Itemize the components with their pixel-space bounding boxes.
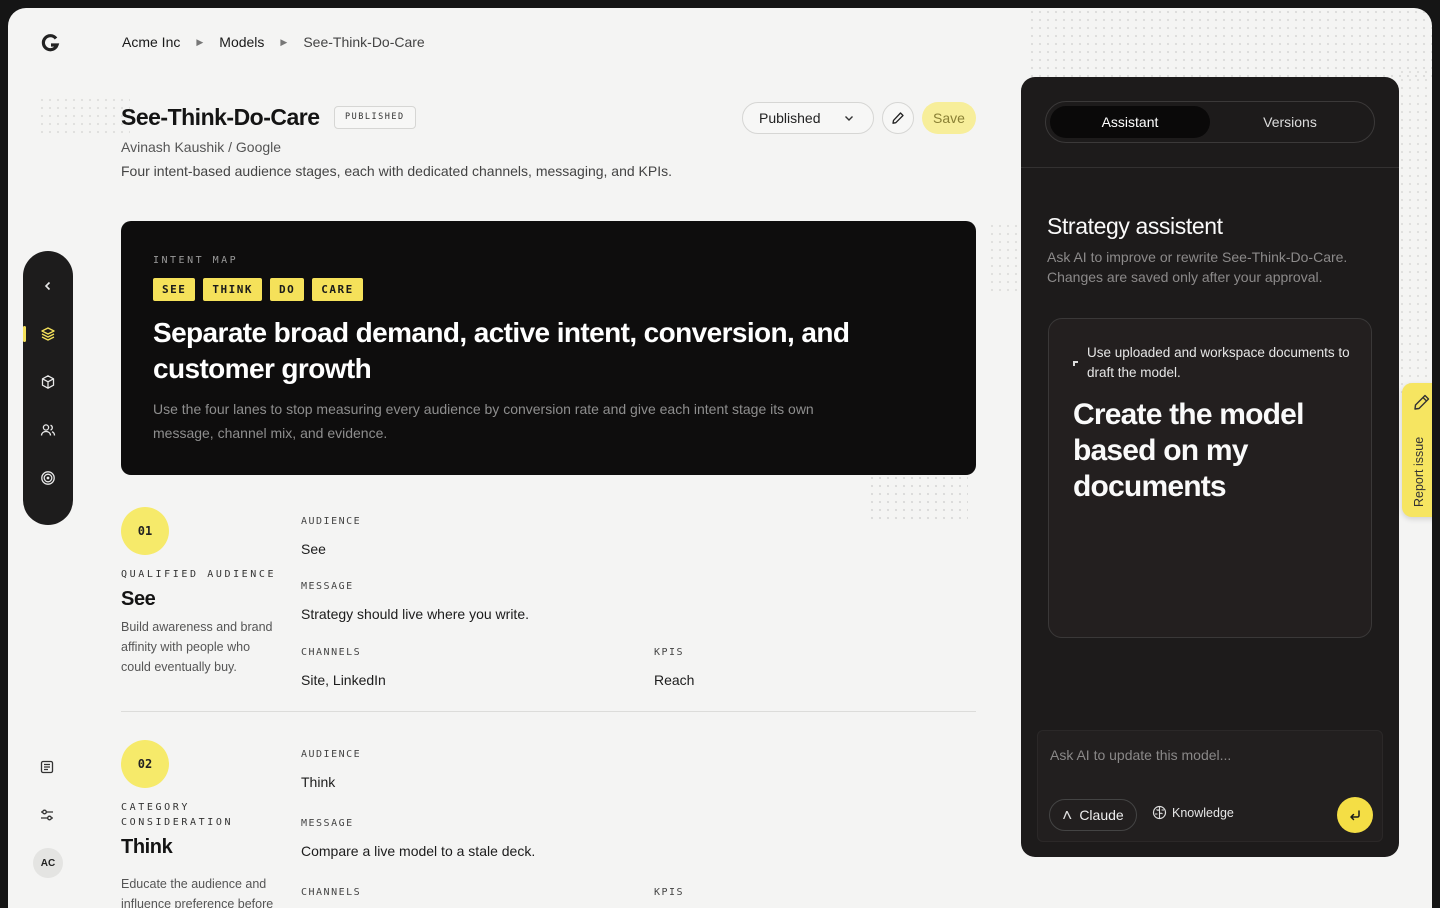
dot-pattern-panel-left [988,222,1022,292]
breadcrumb: Acme Inc ▶ Models ▶ See-Think-Do-Care [122,34,425,50]
stage-description: Build awareness and brand affinity with … [121,620,273,674]
edit-button[interactable] [882,102,914,134]
model-description: Four intent-based audience stages, each … [121,163,673,179]
user-avatar[interactable]: AC [33,848,63,878]
panel-divider [1021,167,1399,168]
intent-map-card: INTENT MAP SEE THINK DO CARE Separate br… [121,221,976,475]
chevron-right-icon: ▶ [196,36,204,47]
kpis-value: Reach [654,672,695,688]
stage-row: 02 CATEGORY CONSIDERATION Think Educate … [121,740,976,908]
claude-logo-icon [1063,811,1072,819]
tab-assistant[interactable]: Assistant [1050,106,1210,138]
nav-users-icon[interactable] [35,417,61,443]
message-value: Strategy should live where you write. [301,606,529,622]
knowledge-brain-icon [1152,805,1167,820]
pencil-icon [1414,394,1430,410]
dot-pattern-right [1398,68,1432,398]
stage-name: See [121,588,156,610]
stage-number: 02 [121,740,169,788]
stage-name: Think [121,836,173,858]
chevron-right-icon: ▶ [280,36,288,47]
intent-map-eyebrow: INTENT MAP [153,255,239,266]
breadcrumb-current: See-Think-Do-Care [303,34,425,50]
tag-care[interactable]: CARE [312,278,363,301]
model-label: Claude [1079,807,1124,823]
stage-divider [121,711,976,712]
page-title: See-Think-Do-Care [121,104,320,130]
model-author: Avinash Kaushik / Google [121,139,282,155]
nav-cube-icon[interactable] [35,369,61,395]
tag-see[interactable]: SEE [153,278,196,301]
panel-subtitle: Ask AI to improve or rewrite See-Think-D… [1047,249,1348,285]
dot-pattern-left [38,96,130,136]
save-button[interactable]: Save [922,102,976,134]
message-value: Compare a live model to a stale deck. [301,843,536,859]
chevron-down-icon [845,116,853,121]
stage-label: QUALIFIED AUDIENCE [121,569,277,580]
channels-value: Site, LinkedIn [301,672,386,688]
stage-description: Educate the audience and influence prefe… [121,877,274,908]
corner-mark-icon [1073,361,1078,366]
audience-label: AUDIENCE [301,516,362,527]
kpis-label: KPIS [654,647,685,658]
status-dropdown-value: Published [759,110,821,126]
report-issue-label: Report issue [1412,436,1426,507]
dot-pattern-top-right [1028,8,1432,78]
suggestion-card[interactable]: Use uploaded and workspace documents to … [1048,318,1372,638]
model-select-button[interactable]: Claude [1049,799,1137,831]
tag-think[interactable]: THINK [203,278,262,301]
app-logo-icon[interactable] [40,33,60,53]
channels-label: CHANNELS [301,887,362,898]
message-label: MESSAGE [301,818,354,829]
collapse-chevron-left-icon[interactable] [35,273,61,299]
pencil-icon [892,112,904,124]
intent-tags: SEE THINK DO CARE [153,278,944,301]
stage-label: CATEGORY CONSIDERATION [121,802,234,828]
status-dropdown[interactable]: Published [742,102,874,134]
app-window: Acme Inc ▶ Models ▶ See-Think-Do-Care AC [8,8,1432,908]
stage-row: 01 QUALIFIED AUDIENCE See Build awarenes… [121,507,976,707]
message-label: MESSAGE [301,581,354,592]
panel-tabs: Assistant Versions [1045,101,1375,143]
nav-target-icon[interactable] [35,465,61,491]
suggestion-headline: Create the model based on my documents [1073,398,1304,503]
intent-map-headline: Separate broad demand, active intent, co… [153,317,850,384]
assistant-panel: Assistant Versions Strategy assistent As… [1021,77,1399,857]
send-button[interactable] [1337,797,1373,833]
kpis-label: KPIS [654,887,685,898]
prompt-composer[interactable]: Ask AI to update this model... Claude Kn… [1037,730,1383,842]
panel-title: Strategy assistent [1047,213,1223,239]
breadcrumb-org[interactable]: Acme Inc [122,34,180,50]
settings-sliders-icon[interactable] [34,804,60,826]
intent-map-body: Use the four lanes to stop measuring eve… [153,401,814,441]
status-badge: PUBLISHED [334,106,416,129]
audience-label: AUDIENCE [301,749,362,760]
stage-number: 01 [121,507,169,555]
tab-versions[interactable]: Versions [1210,106,1370,138]
nav-layers-icon[interactable] [23,321,61,347]
tag-do[interactable]: DO [270,278,305,301]
channels-label: CHANNELS [301,647,362,658]
report-issue-tab[interactable]: Report issue [1402,383,1432,517]
enter-arrow-icon [1350,810,1360,821]
prompt-input[interactable]: Ask AI to update this model... [1050,747,1231,763]
knowledge-button[interactable]: Knowledge [1152,805,1234,820]
audience-value: Think [301,774,336,790]
suggestion-hint: Use uploaded and workspace documents to … [1087,345,1350,380]
audience-value: See [301,541,326,557]
newspaper-icon[interactable] [34,756,60,778]
breadcrumb-models[interactable]: Models [219,34,264,50]
left-nav-rail [23,251,73,525]
bottom-nav [34,756,60,826]
knowledge-label: Knowledge [1172,805,1234,820]
